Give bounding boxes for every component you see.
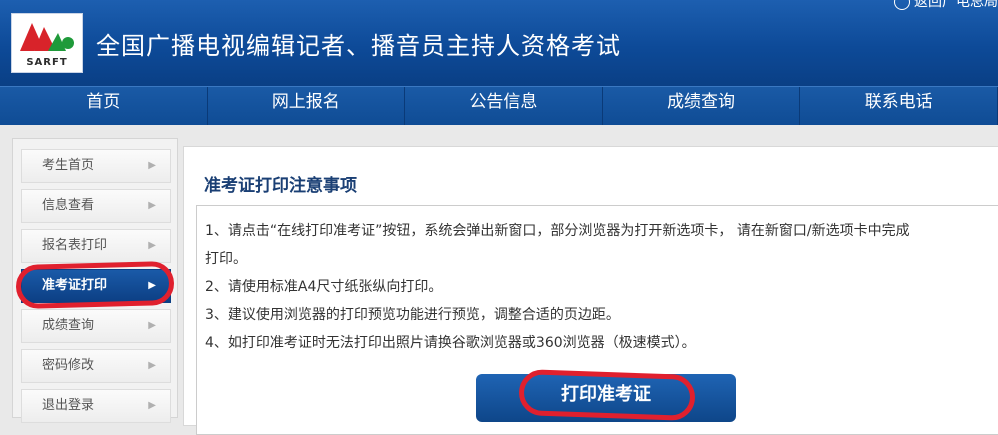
main-nav: 首页 网上报名 公告信息 成绩查询 联系电话 [0,86,998,125]
chevron-right-icon: ▶ [148,360,156,371]
notice-box: 1、请点击“在线打印准考证”按钮，系统会弹出新窗口，部分浏览器为打开新选项卡， … [196,205,998,435]
nav-contact-phone[interactable]: 联系电话 [800,87,998,125]
sidebar-item-print-admission-ticket[interactable]: 准考证打印 ▶ [21,269,171,303]
chevron-right-icon: ▶ [148,400,156,411]
nav-score-query[interactable]: 成绩查询 [603,87,801,125]
sidebar-item-label: 信息查看 [42,198,95,213]
logo-mountain-icon [20,23,74,51]
sarft-logo[interactable]: SARFT [11,13,83,73]
site-header: SARFT 全国广播电视编辑记者、播音员主持人资格考试 返回广电总局首 [0,0,998,86]
sidebar-item-label: 退出登录 [42,398,95,413]
sidebar-item-print-registration[interactable]: 报名表打印 ▶ [21,229,171,263]
sidebar-item-label: 准考证打印 [42,278,108,293]
nav-home[interactable]: 首页 [0,87,208,125]
nav-announcements[interactable]: 公告信息 [405,87,603,125]
sidebar-item-logout[interactable]: 退出登录 ▶ [21,389,171,423]
sidebar-item-change-password[interactable]: 密码修改 ▶ [21,349,171,383]
sidebar-item-label: 密码修改 [42,358,95,373]
print-admission-ticket-button[interactable]: 打印准考证 [476,374,736,422]
back-to-sarft-link[interactable]: 返回广电总局首 [894,0,998,11]
main-panel: 准考证打印注意事项 1、请点击“在线打印准考证”按钮，系统会弹出新窗口，部分浏览… [183,146,998,435]
sidebar-item-label: 考生首页 [42,158,95,173]
sidebar-item-score-query[interactable]: 成绩查询 ▶ [21,309,171,343]
back-link-label: 返回广电总局首 [914,0,998,10]
chevron-right-icon: ▶ [148,200,156,211]
notice-line: 2、请使用标准A4尺寸纸张纵向打印。 [205,279,443,295]
sidebar-item-label: 成绩查询 [42,318,95,333]
sidebar-item-view-info[interactable]: 信息查看 ▶ [21,189,171,223]
notice-line: 1、请点击“在线打印准考证”按钮，系统会弹出新窗口，部分浏览器为打开新选项卡， … [205,223,910,239]
sidebar: 考生首页 ▶ 信息查看 ▶ 报名表打印 ▶ 准考证打印 ▶ 成绩查询 ▶ 密码修… [12,138,178,423]
sidebar-item-candidate-home[interactable]: 考生首页 ▶ [21,149,171,183]
notice-line: 4、如打印准考证时无法打印出照片请换谷歌浏览器或360浏览器（极速模式）。 [205,335,696,351]
notice-line: 打印。 [205,251,247,267]
chevron-right-icon: ▶ [148,160,156,171]
chevron-right-icon: ▶ [148,240,156,251]
logo-text: SARFT [26,57,68,68]
back-icon [894,0,910,10]
site-title: 全国广播电视编辑记者、播音员主持人资格考试 [96,32,621,60]
chevron-right-icon: ▶ [148,280,156,291]
notice-line: 3、建议使用浏览器的打印预览功能进行预览，调整合适的页边距。 [205,307,620,323]
nav-online-registration[interactable]: 网上报名 [208,87,406,125]
chevron-right-icon: ▶ [148,320,156,331]
sidebar-item-label: 报名表打印 [42,238,108,253]
page-title: 准考证打印注意事项 [204,176,357,196]
